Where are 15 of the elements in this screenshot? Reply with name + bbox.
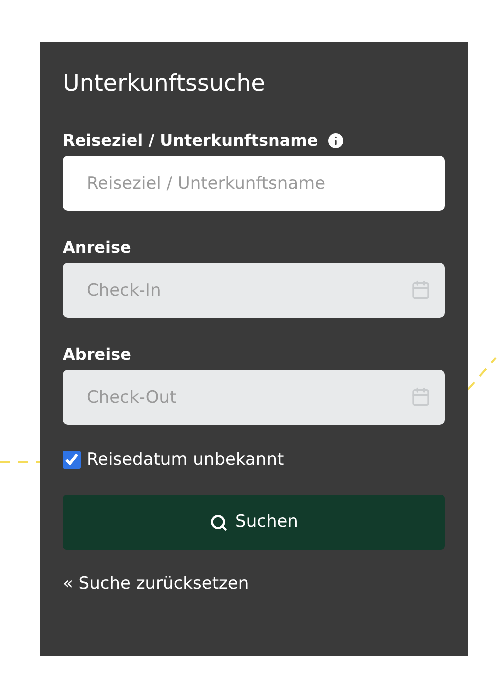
info-icon[interactable] — [326, 131, 346, 151]
input-field[interactable]: Reiseziel / Unterkunftsname — [63, 156, 445, 211]
dashed-line — [0, 458, 40, 466]
field-label: Reiseziel / Unterkunftsname — [63, 130, 318, 152]
checkbox-label: Reisedatum unbekannt — [87, 449, 284, 471]
checkbox[interactable] — [63, 451, 81, 469]
dashed-line — [468, 356, 498, 392]
field-label: Anreise — [63, 237, 132, 259]
calendar-icon — [411, 280, 431, 300]
field-label: Abreise — [63, 344, 132, 366]
search-icon — [210, 514, 228, 532]
search-button[interactable]: Suchen — [63, 495, 445, 550]
calendar-icon — [411, 387, 431, 407]
panel-title: Unterkunftssuche — [63, 70, 266, 99]
reset-link[interactable]: « Suche zurücksetzen — [63, 572, 250, 598]
